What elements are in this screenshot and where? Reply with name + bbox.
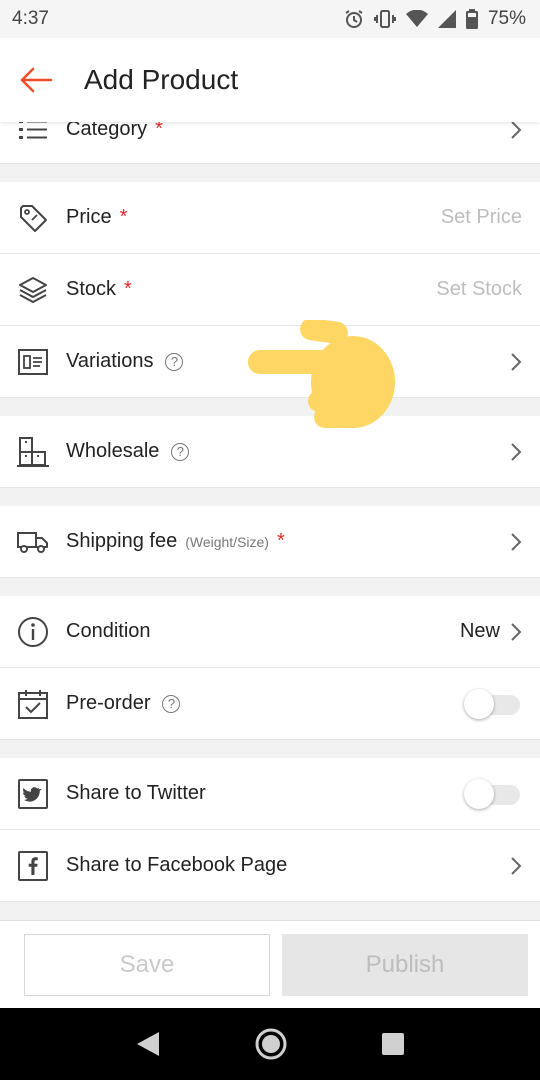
help-icon[interactable]: ? [171, 442, 190, 461]
system-nav-bar [0, 1008, 540, 1080]
preorder-label: Pre-order [66, 692, 151, 714]
nav-recents-icon[interactable] [381, 1032, 405, 1056]
battery-icon [465, 9, 478, 29]
variations-label: Variations [66, 350, 154, 372]
shipping-row[interactable]: Shipping fee (Weight/Size) * [0, 506, 540, 578]
info-icon [18, 616, 48, 647]
required-mark: * [124, 278, 132, 300]
battery-percent: 75% [487, 8, 526, 29]
condition-value: New [459, 620, 500, 642]
layers-icon [19, 276, 47, 303]
status-bar: 4:37 75% [0, 0, 540, 38]
chevron-right-icon [511, 352, 522, 371]
price-row[interactable]: Price * Set Price [0, 182, 540, 254]
save-button[interactable]: Save [24, 933, 270, 996]
pointing-hand-icon [248, 320, 395, 428]
nav-back-icon[interactable] [135, 1030, 161, 1058]
chevron-right-icon [511, 442, 522, 461]
condition-row[interactable]: Condition New [0, 596, 540, 668]
chevron-right-icon [511, 622, 522, 641]
help-icon[interactable]: ? [165, 352, 184, 371]
twitter-toggle[interactable] [462, 777, 522, 811]
status-icons: 75% [344, 8, 526, 30]
stock-label: Stock [66, 278, 117, 300]
chevron-right-icon [511, 532, 522, 551]
required-mark: * [276, 530, 285, 552]
stock-row[interactable]: Stock * Set Stock [0, 254, 540, 326]
publish-button[interactable]: Publish [282, 933, 528, 996]
alarm-icon [345, 10, 363, 28]
wholesale-label: Wholesale [66, 440, 160, 462]
preorder-row: Pre-order? [0, 668, 540, 740]
shipping-sublabel: (Weight/Size) [185, 533, 269, 550]
help-icon[interactable]: ? [162, 694, 181, 713]
nav-home-icon[interactable] [254, 1027, 288, 1061]
status-time: 4:37 [12, 8, 49, 29]
facebook-icon [18, 850, 48, 881]
calendar-check-icon [18, 689, 48, 719]
price-label: Price [66, 206, 112, 228]
back-button[interactable] [0, 38, 72, 122]
page-title: Add Product [84, 64, 239, 95]
stock-placeholder: Set Stock [436, 278, 522, 300]
twitter-label: Share to Twitter [66, 782, 206, 804]
truck-icon [17, 531, 48, 553]
price-placeholder: Set Price [440, 206, 522, 228]
vibrate-icon [373, 10, 396, 28]
twitter-row: Share to Twitter [0, 758, 540, 830]
twitter-icon [18, 778, 48, 809]
shipping-label: Shipping fee [66, 530, 178, 552]
chevron-right-icon [511, 856, 522, 875]
product-form[interactable]: Category * Price * Set Price Stock * Set St… [0, 110, 540, 920]
wholesale-icon [17, 436, 49, 467]
preorder-toggle[interactable] [462, 687, 522, 721]
signal-icon [437, 10, 456, 28]
facebook-row[interactable]: Share to Facebook Page [0, 830, 540, 902]
facebook-label: Share to Facebook Page [66, 854, 288, 876]
app-bar: Add Product [0, 38, 540, 122]
condition-label: Condition [66, 620, 151, 642]
variations-icon [18, 348, 48, 375]
wifi-icon [405, 10, 428, 27]
chevron-right-icon [511, 120, 522, 139]
price-tag-icon [20, 204, 47, 232]
required-mark: * [119, 206, 128, 228]
bottom-action-bar: Save Publish [0, 920, 540, 1008]
arrow-left-icon [20, 67, 53, 93]
